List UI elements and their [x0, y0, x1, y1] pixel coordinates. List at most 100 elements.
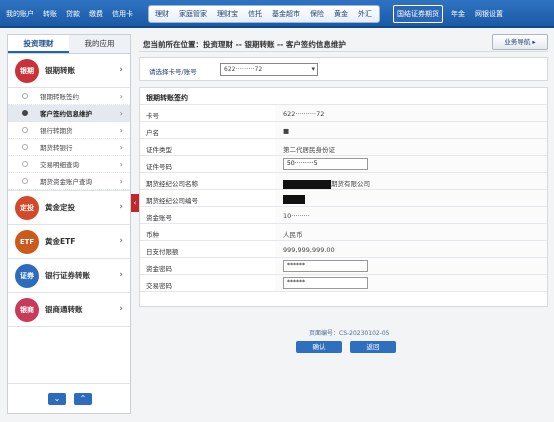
nav-wealth[interactable]: 理财: [155, 9, 169, 19]
trade-password-input[interactable]: ******: [283, 277, 368, 289]
menu-bank-merchant[interactable]: 银商 银商通转账 ›: [8, 293, 130, 327]
nav-fund-market[interactable]: 基金超市: [272, 9, 300, 19]
sub-item-bank-to-futures[interactable]: 银行转期货 ›: [8, 122, 130, 139]
row-value: 10·········: [275, 207, 547, 223]
gold-etf-icon: ETF: [15, 229, 39, 254]
tab-investment[interactable]: 投资理财: [8, 35, 69, 53]
nav-credit-card[interactable]: 信用卡: [112, 9, 133, 19]
nav-insurance[interactable]: 保险: [310, 9, 324, 19]
chevron-down-icon: ▾: [311, 65, 315, 73]
row-key: 币种: [146, 231, 159, 239]
sub-item-futures-to-bank[interactable]: 期货转银行 ›: [8, 139, 130, 156]
row-value: 622··········72: [275, 105, 547, 121]
sub-item-label: 期货转银行: [40, 144, 73, 152]
nav-payment[interactable]: 缴费: [89, 9, 103, 19]
chevron-right-icon: ›: [119, 304, 123, 314]
form-row-futures-company-code: 期货经纪公司编号: [140, 190, 547, 207]
nav-loan[interactable]: 贷款: [66, 9, 80, 19]
chevron-right-icon: ›: [119, 109, 123, 118]
radio-selected-icon: [22, 110, 28, 116]
radio-icon: [22, 144, 28, 150]
menu-label: 银行证券转账: [45, 271, 90, 280]
menu-bank-securities[interactable]: 证券 银行证券转账 ›: [8, 259, 130, 293]
chevron-right-icon: ›: [119, 65, 123, 75]
form-row-name: 户名 ■: [140, 122, 547, 139]
sub-item-label: 银期转账签约: [40, 93, 79, 101]
row-value-cell: [275, 190, 547, 206]
gold-investment-icon: 定投: [15, 195, 39, 220]
sub-item-transaction-query[interactable]: 交易明细查询 ›: [8, 156, 130, 173]
form-row-id-type: 证件类型 第二代居民身份证: [140, 139, 547, 156]
radio-icon: [22, 127, 28, 133]
sub-item-label: 银行转期货: [40, 127, 73, 135]
row-key: 证件号码: [146, 163, 172, 171]
chevron-right-icon: ›: [119, 160, 123, 169]
top-left-links: 我的账户 转账 贷款 缴费 信用卡: [6, 9, 133, 19]
row-value: 人民币: [275, 224, 547, 240]
chevron-right-icon: ›: [119, 202, 123, 212]
nav-trust[interactable]: 信托: [248, 9, 262, 19]
nav-securities-futures[interactable]: 国结证券期货: [393, 5, 443, 23]
nav-transfer[interactable]: 转账: [43, 9, 57, 19]
scroll-up-button[interactable]: ⌃: [74, 393, 92, 405]
top-navigation: 我的账户 转账 贷款 缴费 信用卡 理财 家庭管家 理财宝 信托 基金超市 保险…: [0, 0, 554, 28]
form-row-id-number: 证件号码 50··········5: [140, 156, 547, 173]
nav-gold[interactable]: 黄金: [334, 9, 348, 19]
account-select-value: 622··········72: [224, 66, 263, 73]
bank-futures-icon: 银期: [15, 58, 39, 83]
form-row-card-number: 卡号 622··········72: [140, 105, 547, 122]
main-content: 您当前所在位置：投资理财 -- 银期转账 -- 客户签约信息维护 业务导航 ▸ …: [139, 34, 548, 414]
account-selector-label: 请选择卡号/账号: [149, 68, 197, 76]
sub-item-maintain[interactable]: 客户签约信息维护 ›: [8, 105, 130, 122]
top-right-links: 年金 网银设置: [451, 9, 503, 19]
sub-item-label: 交易明细查询: [40, 161, 79, 169]
fund-password-input[interactable]: ******: [283, 260, 368, 272]
investment-nav-strip: 理财 家庭管家 理财宝 信托 基金超市 保险 黄金 外汇: [148, 5, 380, 23]
sub-item-account-query[interactable]: 期货资金账户查询 ›: [8, 173, 130, 190]
radio-icon: [22, 93, 28, 99]
nav-forex[interactable]: 外汇: [358, 9, 372, 19]
nav-licaibao[interactable]: 理财宝: [217, 9, 238, 19]
nav-my-account[interactable]: 我的账户: [6, 9, 34, 19]
nav-annuity[interactable]: 年金: [451, 9, 465, 19]
row-key: 证件类型: [146, 146, 172, 154]
confirm-button[interactable]: 确认: [296, 341, 342, 353]
chevron-right-icon: ›: [119, 126, 123, 135]
account-select[interactable]: 622··········72 ▾: [220, 63, 318, 76]
menu-label: 银商通转账: [45, 305, 83, 314]
row-value: ■: [275, 122, 547, 138]
menu-gold-etf[interactable]: ETF 黄金ETF ›: [8, 225, 130, 259]
row-value: 999,999,999.00: [275, 241, 547, 257]
sidebar-footer: ⌄ ⌃: [8, 383, 130, 413]
scroll-down-button[interactable]: ⌄: [48, 393, 66, 405]
business-navigation-button[interactable]: 业务导航 ▸: [492, 34, 548, 50]
collapse-sidebar-button[interactable]: ‹: [131, 194, 139, 212]
row-value-cell: 50··········5: [275, 156, 547, 172]
id-number-field[interactable]: 50··········5: [283, 158, 368, 170]
breadcrumb: 您当前所在位置：投资理财 -- 银期转账 -- 客户签约信息维护 业务导航 ▸: [139, 34, 548, 52]
menu-label: 黄金ETF: [45, 237, 76, 246]
nav-ebank-settings[interactable]: 网银设置: [475, 9, 503, 19]
back-button[interactable]: 返回: [350, 341, 396, 353]
sub-item-label: 期货资金账户查询: [40, 178, 92, 186]
sidebar: 投资理财 我的应用 银期 银期转账 › 银期转账签约 › 客户签约信息维护 › 银行…: [7, 34, 131, 414]
row-value-cell: ******: [275, 275, 547, 291]
signing-info-form: 银期转账签约 卡号 622··········72 户名 ■ 证件类型 第二代居民身份…: [139, 87, 548, 353]
tab-my-apps[interactable]: 我的应用: [69, 35, 130, 53]
page-code: 页面编号：CS-20230102-05: [309, 330, 390, 337]
nav-family-manager[interactable]: 家庭管家: [179, 9, 207, 19]
menu-bank-futures-transfer[interactable]: 银期 银期转账 ›: [8, 54, 130, 88]
sub-item-sign[interactable]: 银期转账签约 ›: [8, 88, 130, 105]
row-key: 期货经纪公司名称: [146, 180, 198, 188]
row-key: 资金账号: [146, 214, 172, 222]
menu-gold-investment[interactable]: 定投 黄金定投 ›: [8, 191, 130, 225]
chevron-right-icon: ›: [119, 270, 123, 280]
row-key: 交易密码: [146, 282, 172, 290]
radio-icon: [22, 161, 28, 167]
row-value: 第二代居民身份证: [275, 139, 547, 155]
redaction-block: [283, 195, 305, 204]
form-row-futures-company-name: 期货经纪公司名称 期货有限公司: [140, 173, 547, 190]
sub-item-label: 客户签约信息维护: [40, 110, 92, 118]
row-key: 卡号: [146, 112, 159, 120]
row-key: 日支付限额: [146, 248, 179, 256]
